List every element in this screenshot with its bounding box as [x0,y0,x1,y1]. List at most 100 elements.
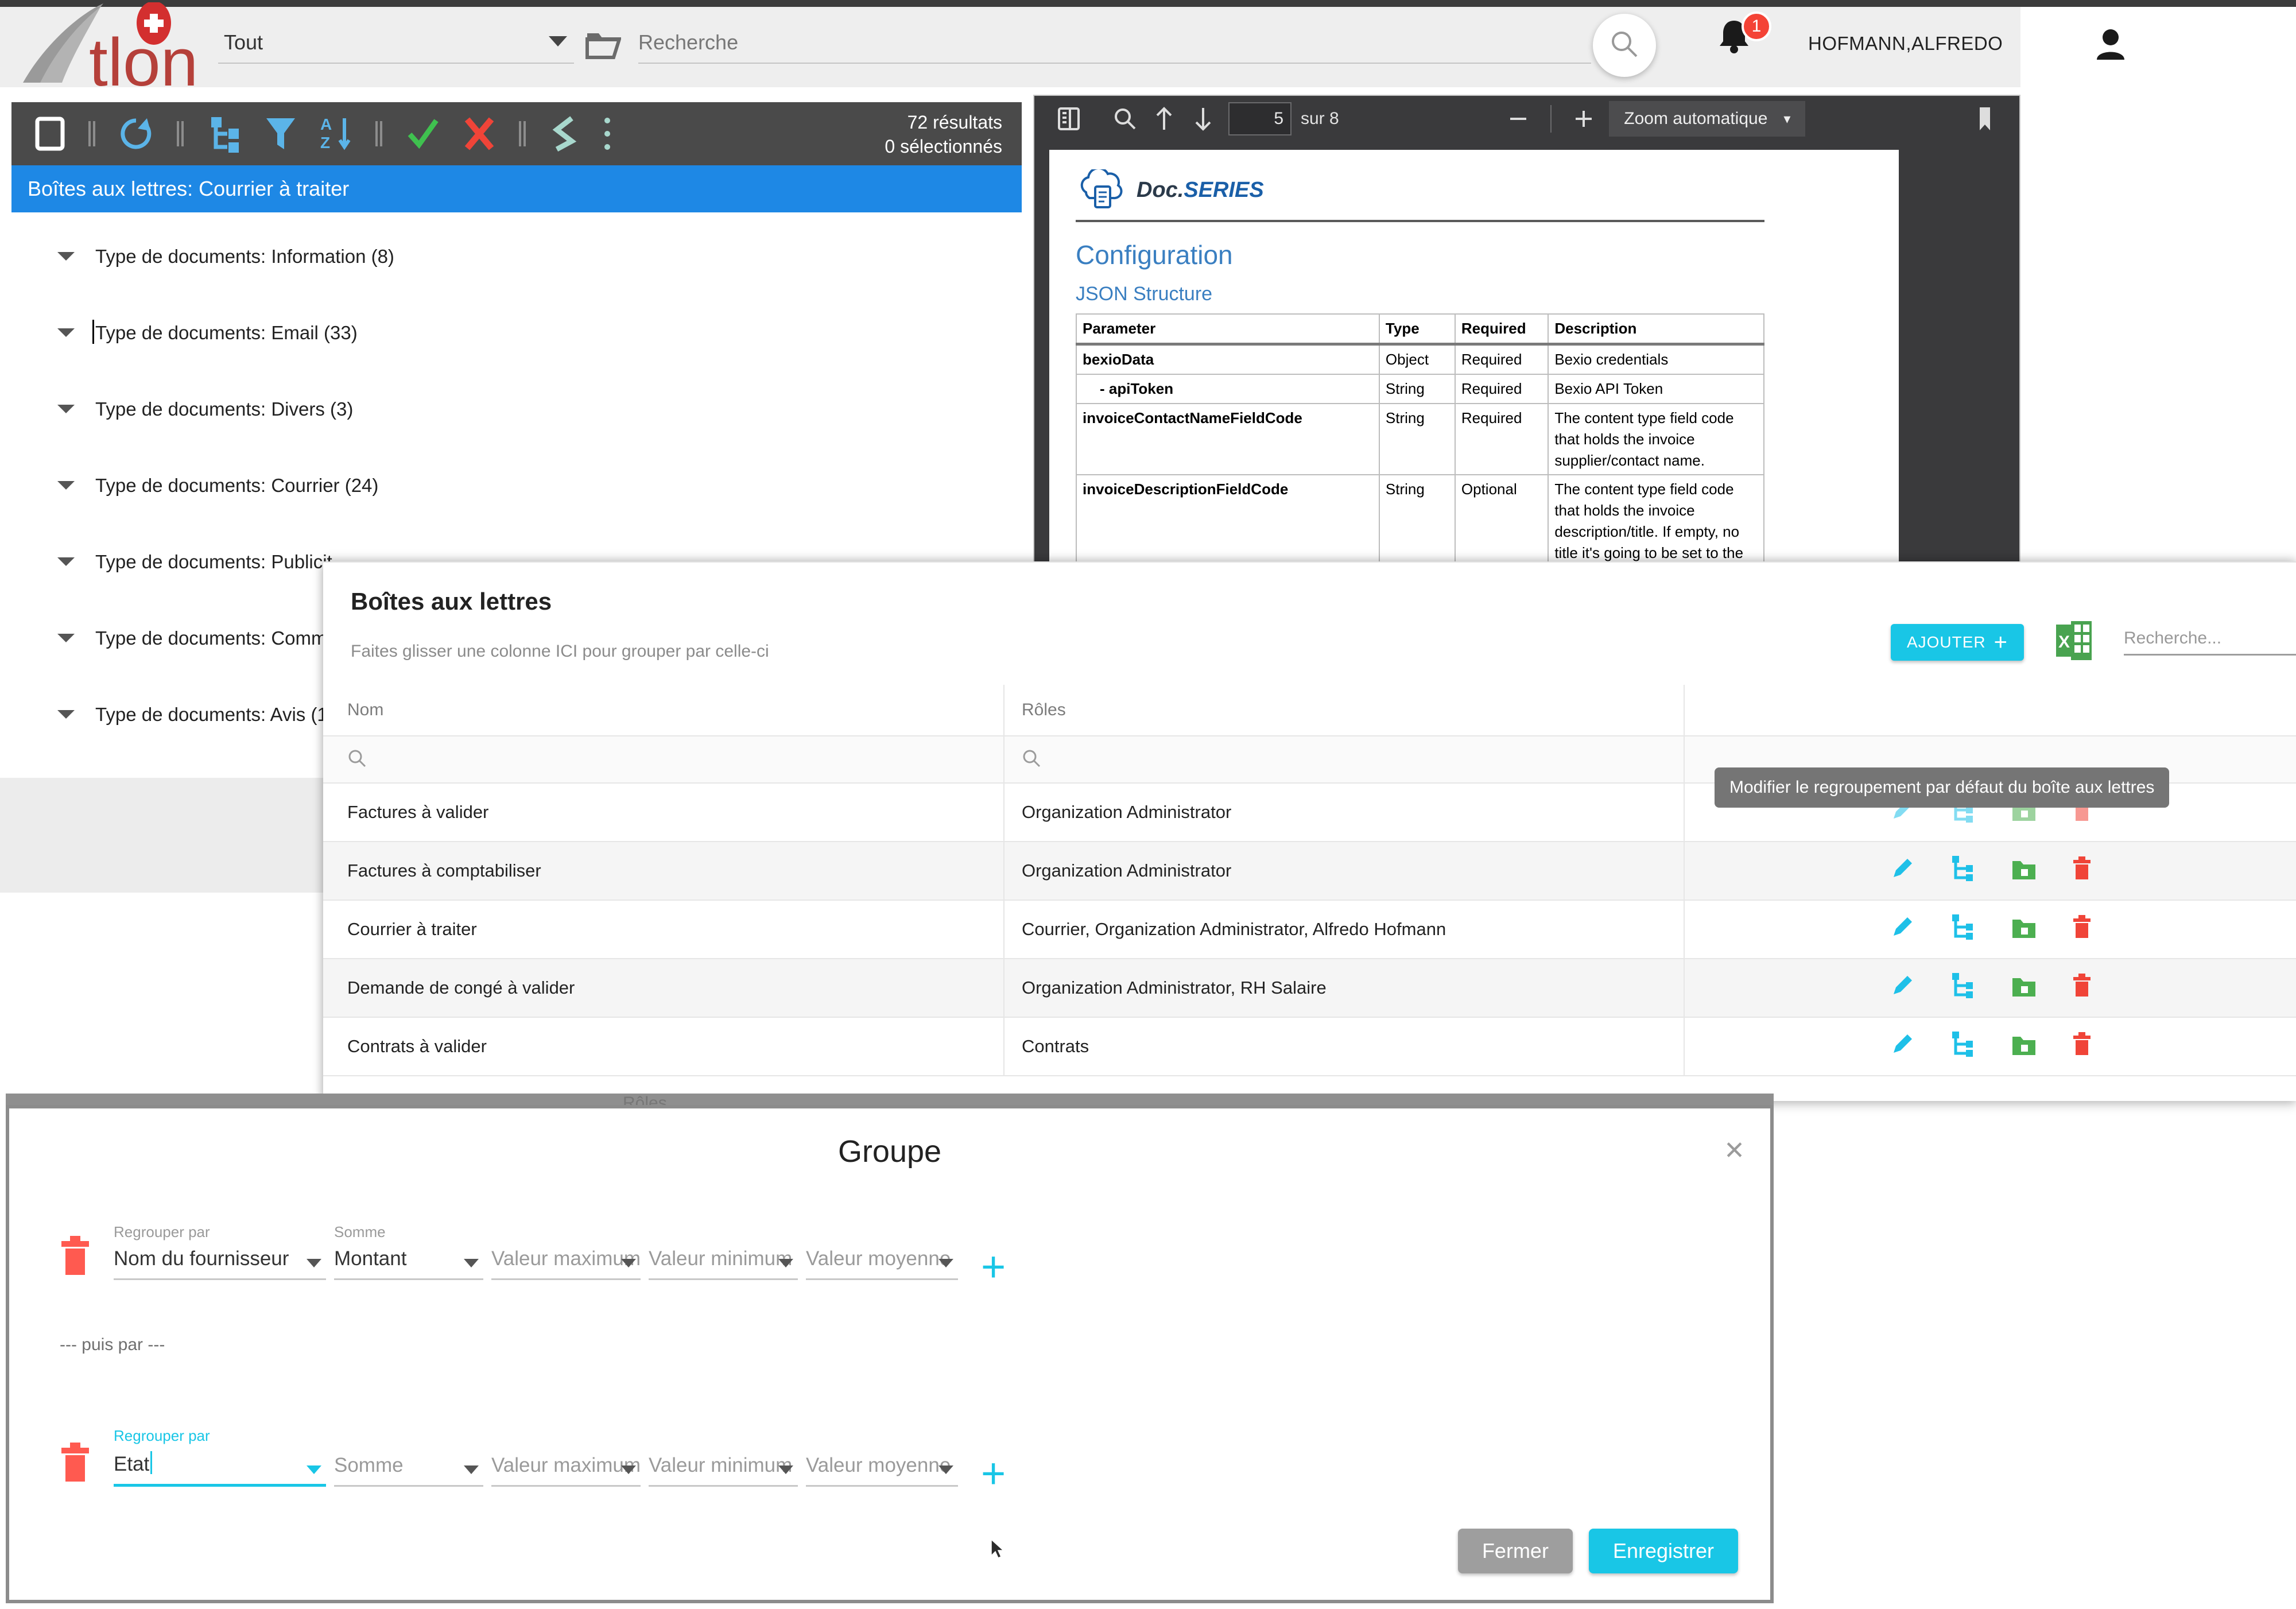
chevron-down-icon[interactable] [57,405,75,413]
json-structure-table: Parameter Type Required Description bexi… [1076,313,1764,572]
chevron-down-icon[interactable] [57,481,75,490]
stop-square-icon[interactable] [34,116,65,152]
pdf-find-icon[interactable] [1106,99,1145,138]
arrow-up-icon[interactable] [1145,99,1184,138]
group-by-input-2[interactable]: Etat [114,1451,326,1484]
table-row[interactable]: Courrier à traiter Courrier, Organizatio… [323,901,2296,959]
global-search[interactable]: Recherche [638,30,1591,64]
search-submit-button[interactable] [1593,14,1656,77]
bookmark-icon[interactable] [1965,99,2004,138]
avg-select-1[interactable]: Valeur moyenne [806,1223,958,1280]
folder-open-icon[interactable] [585,30,622,65]
chevron-down-icon[interactable] [778,1465,793,1474]
table-row[interactable]: Factures à comptabiliser Organization Ad… [323,842,2296,901]
add-mailbox-button[interactable]: AJOUTER + [1890,623,2024,661]
scope-select[interactable]: Tout [218,30,574,64]
pdf-zoom-select[interactable]: Zoom automatique ▾ [1609,101,1806,137]
chevron-down-icon[interactable] [464,1259,479,1267]
close-button[interactable]: Fermer [1457,1529,1573,1573]
sum-select-2[interactable]: Somme [334,1430,483,1487]
plus-icon[interactable] [1564,99,1603,138]
delete-trash-icon[interactable] [59,1235,99,1280]
chevron-down-icon[interactable] [57,710,75,719]
refresh-icon[interactable] [118,116,154,152]
chevron-down-icon[interactable] [57,328,75,337]
table-row[interactable]: Contrats à valider Contrats [323,1018,2296,1076]
global-search-input[interactable]: Recherche [638,30,1591,63]
filter-roles[interactable] [1003,736,1684,782]
delete-trash-icon[interactable] [2072,1031,2092,1062]
grouping-tree-icon[interactable] [1950,913,1976,945]
chevron-down-icon[interactable] [307,1259,321,1267]
delete-trash-icon[interactable] [2072,914,2092,945]
validate-check-icon[interactable] [405,116,441,152]
tree-structure-icon[interactable] [207,115,242,153]
notifications-button[interactable]: 1 [1716,11,1771,69]
more-vertical-icon[interactable] [602,116,613,152]
grouping-tree-icon[interactable] [1950,855,1976,887]
chevron-down-icon[interactable] [57,252,75,261]
chevron-down-icon[interactable] [549,36,567,46]
chevron-down-icon[interactable] [57,557,75,566]
mailboxes-search-input[interactable]: Recherche... [2124,629,2296,654]
tree-item[interactable]: Type de documents: Email (33) [11,294,1022,371]
chevron-down-icon[interactable] [938,1465,953,1474]
tree-item[interactable]: Type de documents: Information (8) [11,218,1022,294]
edit-pencil-icon[interactable] [1889,1031,1915,1062]
user-icon[interactable] [2095,28,2126,64]
max-select-1[interactable]: Valeur maximum [491,1223,641,1280]
folder-unlock-icon[interactable] [2011,914,2037,945]
filter-nom[interactable] [323,736,1003,782]
mailboxes-search[interactable]: Recherche... [2124,629,2296,656]
min-select-2[interactable]: Valeur minimum [649,1430,798,1487]
pdf-page-input[interactable]: 5 [1228,102,1292,135]
table-row[interactable]: Demande de congé à valider Organization … [323,959,2296,1018]
delete-trash-icon[interactable] [2072,855,2092,886]
chevron-down-icon[interactable] [621,1465,636,1474]
column-header-roles[interactable]: Rôles [1003,685,1684,735]
chevron-down-icon[interactable] [621,1259,636,1267]
delete-trash-icon[interactable] [59,1441,99,1487]
edit-pencil-icon[interactable] [1889,855,1915,886]
add-group-row-button-2[interactable]: + [981,1452,1006,1495]
chevron-down-icon[interactable] [778,1259,793,1267]
close-icon[interactable]: ✕ [1724,1136,1745,1165]
max-select-2[interactable]: Valeur maximum [491,1430,641,1487]
minus-icon[interactable] [1499,99,1538,138]
tree-item[interactable]: Type de documents: Divers (3) [11,371,1022,447]
folder-unlock-icon[interactable] [2011,1031,2037,1062]
filter-icon[interactable] [264,115,297,153]
delete-trash-icon[interactable] [2072,972,2092,1003]
folder-unlock-icon[interactable] [2011,855,2037,886]
pdf-canvas-area[interactable]: Doc.SERIES Configuration JSON Structure … [1034,142,2019,572]
app-logo[interactable]: tlon [0,2,212,88]
group-by-select-2[interactable]: Regrouper par Etat [114,1427,326,1487]
reject-cross-icon[interactable] [463,116,496,152]
arrow-down-icon[interactable] [1184,99,1223,138]
chevron-down-icon[interactable] [307,1465,321,1474]
chevron-down-icon[interactable] [938,1259,953,1267]
table-row[interactable]: Factures à valider Organization Administ… [323,767,2296,842]
save-button[interactable]: Enregistrer [1588,1529,1738,1573]
share-icon[interactable] [549,116,580,152]
excel-export-icon[interactable]: X [2055,620,2093,664]
sidebar-toggle-icon[interactable] [1049,99,1088,138]
add-group-row-button-1[interactable]: + [981,1246,1006,1288]
chevron-down-icon[interactable] [57,634,75,642]
min-select-1[interactable]: Valeur minimum [649,1223,798,1280]
edit-pencil-icon[interactable] [1889,914,1915,945]
chevron-down-icon[interactable] [464,1465,479,1474]
grouping-tree-icon[interactable] [1950,1030,1976,1063]
user-name-label[interactable]: HOFMANN,ALFREDO [1808,33,2003,55]
then-by-label: --- puis par --- [60,1335,165,1354]
group-by-select-1[interactable]: Regrouper par Nom du fournisseur [114,1223,326,1280]
tree-item[interactable]: Type de documents: Courrier (24) [11,447,1022,524]
list-toolbar: A Z 72 résultats 0 sélectionnés [11,102,1022,165]
grouping-tree-icon[interactable] [1950,972,1976,1004]
sum-select-1[interactable]: Somme Montant [334,1223,483,1280]
sort-az-icon[interactable]: A Z [319,115,352,153]
folder-unlock-icon[interactable] [2011,972,2037,1003]
avg-select-2[interactable]: Valeur moyenne [806,1430,958,1487]
column-header-nom[interactable]: Nom [323,685,1003,735]
edit-pencil-icon[interactable] [1889,972,1915,1003]
